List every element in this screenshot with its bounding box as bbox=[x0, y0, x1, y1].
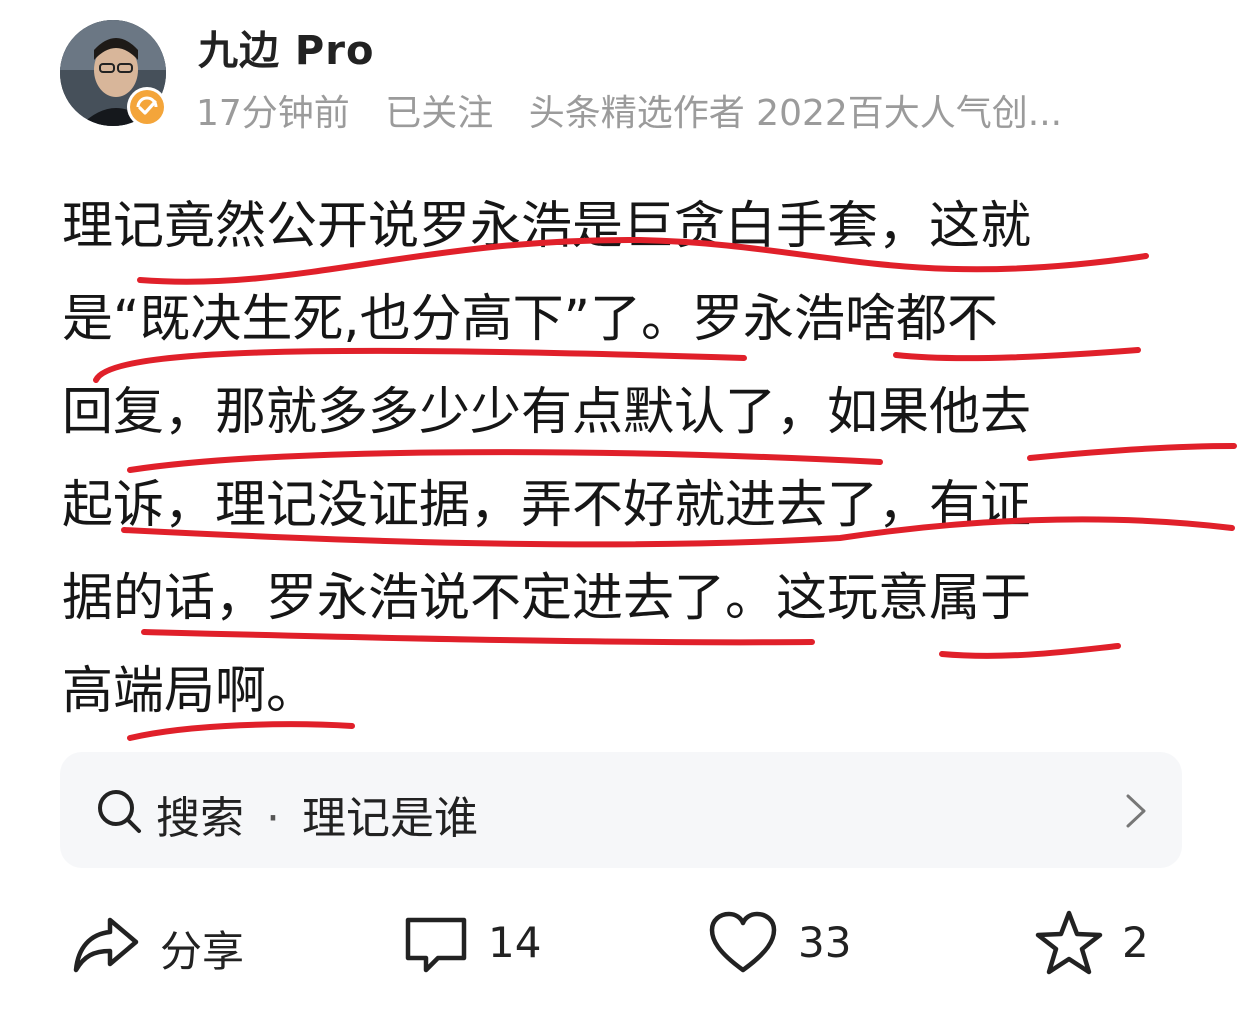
search-prefix: 搜索 bbox=[156, 793, 244, 844]
author-honor: 头条精选作者 2022百大人气创... bbox=[528, 93, 1063, 134]
share-icon bbox=[73, 917, 139, 973]
author-avatar[interactable] bbox=[60, 20, 170, 130]
search-icon bbox=[98, 790, 141, 833]
search-query: 理记是谁 bbox=[302, 793, 478, 844]
author-name[interactable]: 九边 Pro bbox=[198, 18, 374, 76]
comment-icon bbox=[405, 917, 467, 973]
post-line: 起诉，理记没证据，弄不好就进去了，有证 bbox=[62, 476, 1032, 535]
chevron-right-icon bbox=[1126, 794, 1146, 828]
like-button[interactable]: 33 bbox=[708, 900, 888, 990]
related-search-bar[interactable]: 搜索 · 理记是谁 bbox=[60, 752, 1182, 868]
favorite-count: 2 bbox=[1122, 918, 1149, 967]
post-meta: 17分钟前 已关注 头条精选作者 2022百大人气创... bbox=[196, 84, 1156, 136]
share-label: 分享 bbox=[160, 927, 245, 976]
post-line: 是“既决生死,也分高下”了。罗永浩啥都不 bbox=[62, 290, 999, 349]
post-line: 理记竟然公开说罗永浩是巨贪白手套，这就 bbox=[62, 197, 1032, 256]
heart-icon bbox=[709, 911, 777, 973]
star-icon bbox=[1035, 910, 1103, 975]
post-line: 回复，那就多多少少有点默认了，如果他去 bbox=[62, 383, 1032, 442]
share-button[interactable]: 分享 bbox=[72, 900, 272, 990]
post-line: 高端局啊。 bbox=[62, 662, 318, 721]
post-body: 理记竟然公开说罗永浩是巨贪白手套，这就 是“既决生死,也分高下”了。罗永浩啥都不… bbox=[62, 180, 1162, 738]
action-bar: 分享 14 33 2 bbox=[0, 900, 1242, 990]
favorite-button[interactable]: 2 bbox=[1034, 900, 1164, 990]
post-time: 17分钟前 bbox=[196, 93, 350, 134]
post-line: 据的话，罗永浩说不定进去了。这玩意属于 bbox=[62, 569, 1032, 628]
comment-button[interactable]: 14 bbox=[402, 900, 582, 990]
like-count: 33 bbox=[798, 918, 852, 967]
comment-count: 14 bbox=[488, 918, 542, 967]
verified-badge-icon bbox=[126, 86, 168, 128]
search-separator: · bbox=[266, 793, 280, 844]
follow-status[interactable]: 已关注 bbox=[385, 93, 493, 134]
search-suggestion-text: 搜索 · 理记是谁 bbox=[156, 782, 478, 846]
